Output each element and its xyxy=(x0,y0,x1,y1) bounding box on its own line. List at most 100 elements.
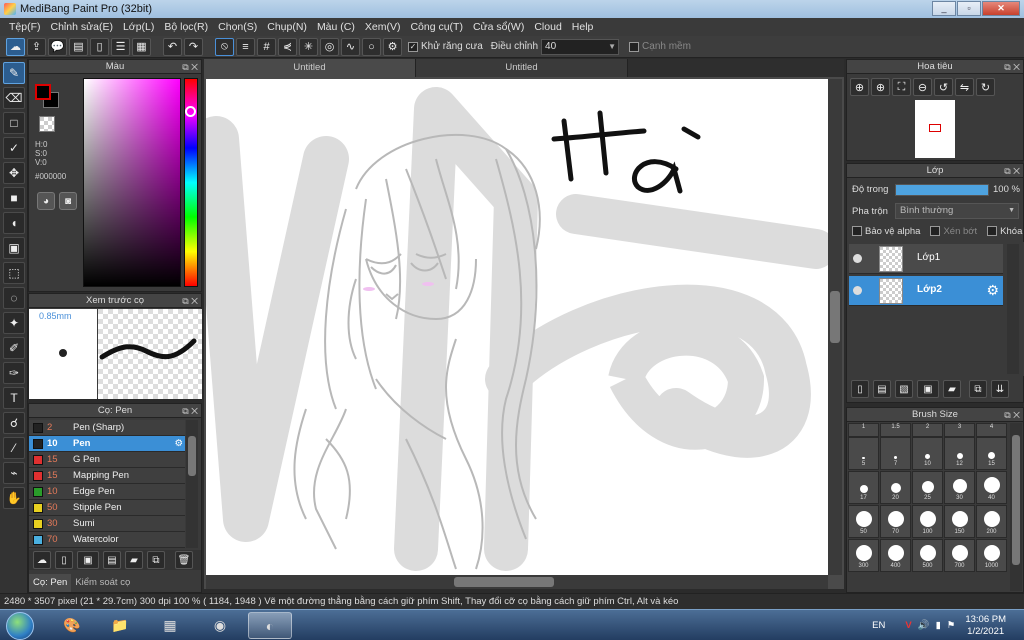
gradient-tool-icon[interactable]: ▣ xyxy=(3,237,25,259)
clock-time[interactable]: 13:06 PM xyxy=(965,614,1006,626)
brush-size-option[interactable]: 1.5 xyxy=(880,423,911,437)
share-icon[interactable]: ⇪ xyxy=(27,37,46,56)
transparent-color-swatch[interactable] xyxy=(39,116,55,132)
correction-select[interactable]: 40 ▼ xyxy=(541,38,620,55)
soft-edge-checkbox[interactable] xyxy=(629,41,640,52)
opacity-slider[interactable] xyxy=(895,184,989,196)
layer-row[interactable]: Lớp1 xyxy=(849,244,1003,274)
new-halftone-layer-icon[interactable]: ▤ xyxy=(873,380,891,398)
no-snap-icon[interactable]: ⦸ xyxy=(215,37,234,56)
tab-brush[interactable]: Cọ: Pen xyxy=(29,574,72,592)
brush-item[interactable]: 10 Edge Pen xyxy=(29,484,185,500)
brush-tool-icon[interactable]: ✎ xyxy=(3,62,25,84)
page-icon[interactable]: ▯ xyxy=(90,37,109,56)
medibang-icon[interactable]: ◐ xyxy=(248,612,292,639)
chrome-icon[interactable]: ◉ xyxy=(198,612,242,639)
snap-settings-icon[interactable]: ⚙ xyxy=(383,37,402,56)
brush-size-option[interactable]: 2 xyxy=(912,423,943,437)
flip-icon[interactable]: ⇋ xyxy=(955,78,974,96)
add-brush-icon[interactable]: ▣ xyxy=(77,551,99,569)
antialias-checkbox[interactable]: ✓ xyxy=(408,41,418,52)
radial-line-icon[interactable]: ⋞ xyxy=(278,37,297,56)
eyedropper-icon[interactable]: ⌁ xyxy=(3,462,25,484)
panel-close-icon[interactable]: ⧉ ✕ xyxy=(182,404,198,418)
fill-rect-tool-icon[interactable]: ■ xyxy=(3,187,25,209)
brush-size-option[interactable]: 5 xyxy=(848,437,879,470)
bucket-tool-icon[interactable]: ◖ xyxy=(3,212,25,234)
rect-select-icon[interactable]: ⬚ xyxy=(3,262,25,284)
lasso-select-icon[interactable]: ◌ xyxy=(3,287,25,309)
merge-layer-icon[interactable]: ⇊ xyxy=(991,380,1009,398)
text-tool-icon[interactable]: T xyxy=(3,387,25,409)
start-button[interactable] xyxy=(6,612,34,640)
magic-wand-icon[interactable]: ✦ xyxy=(3,312,25,334)
brush-item[interactable]: 50 Stipple Pen xyxy=(29,500,185,516)
curve-snap-icon[interactable]: ∿ xyxy=(341,37,360,56)
clock-date[interactable]: 1/2/2021 xyxy=(967,626,1004,638)
paint-app-icon[interactable]: 🎨 xyxy=(50,612,94,639)
maximize-button[interactable]: ▫ xyxy=(957,1,981,16)
layer-list-scrollbar[interactable] xyxy=(1007,244,1019,374)
brush-size-option[interactable]: 7 xyxy=(880,437,911,470)
close-button[interactable]: ✕ xyxy=(982,1,1020,16)
select-eraser-icon[interactable]: ✑ xyxy=(3,362,25,384)
brush-size-option[interactable]: 70 xyxy=(880,505,911,538)
page-list-icon[interactable]: ☰ xyxy=(111,37,130,56)
parallel-snap-icon[interactable]: ≡ xyxy=(236,37,255,56)
undo-icon[interactable]: ↶ xyxy=(163,37,182,56)
redo-icon[interactable]: ↷ xyxy=(184,37,203,56)
tab-document-1[interactable]: Untitled xyxy=(204,59,416,77)
brush-item[interactable]: 10 Pen ⚙ xyxy=(29,436,185,452)
brush-size-option[interactable]: 12 xyxy=(944,437,975,470)
foreground-color-swatch[interactable] xyxy=(35,84,51,100)
panel-close-icon[interactable]: ⧉ ✕ xyxy=(1004,408,1020,422)
brush-size-option[interactable]: 17 xyxy=(848,471,879,504)
menu-layer[interactable]: Lớp(L) xyxy=(118,21,159,33)
brush-size-option[interactable]: 300 xyxy=(848,539,879,572)
dot-tool-icon[interactable]: □ xyxy=(3,112,25,134)
new-8bit-layer-icon[interactable]: ▧ xyxy=(895,380,913,398)
menu-file[interactable]: Tệp(F) xyxy=(4,21,46,33)
eye-icon[interactable] xyxy=(853,286,862,295)
pen-tool-icon[interactable]: ✓ xyxy=(3,137,25,159)
brush-size-scrollbar[interactable] xyxy=(1010,423,1022,591)
brush-size-option[interactable]: 400 xyxy=(880,539,911,572)
menu-view[interactable]: Xem(V) xyxy=(360,21,406,33)
concentric-icon[interactable]: ◎ xyxy=(320,37,339,56)
antivirus-icon[interactable]: V xyxy=(905,620,911,631)
new-brush-icon[interactable]: ▯ xyxy=(55,551,73,569)
brush-size-option[interactable]: 150 xyxy=(944,505,975,538)
operation-tool-icon[interactable]: ☌ xyxy=(3,412,25,434)
gear-icon[interactable]: ⚙ xyxy=(986,282,999,299)
menu-color[interactable]: Màu (C) xyxy=(312,21,360,33)
drawing-canvas[interactable] xyxy=(206,79,828,575)
lock-checkbox[interactable] xyxy=(987,226,998,237)
select-pen-icon[interactable]: ✐ xyxy=(3,337,25,359)
add-layer-icon[interactable]: ▣ xyxy=(917,380,939,398)
brush-item[interactable]: 15 Mapping Pen xyxy=(29,468,185,484)
download-brush-icon[interactable]: ☁ xyxy=(33,551,51,569)
brush-size-option[interactable]: 40 xyxy=(976,471,1007,504)
duplicate-layer-icon[interactable]: ⧉ xyxy=(969,380,987,398)
brush-size-option[interactable]: 20 xyxy=(880,471,911,504)
layer-row[interactable]: Lớp2 ⚙ xyxy=(849,276,1003,306)
divide-tool-icon[interactable]: ⁄ xyxy=(3,437,25,459)
panel-close-icon[interactable]: ⧉ ✕ xyxy=(182,60,198,74)
layer-folder-icon[interactable]: ▰ xyxy=(943,380,961,398)
explorer-icon[interactable]: 📁 xyxy=(98,612,142,639)
brush-item[interactable]: 15 G Pen xyxy=(29,452,185,468)
menu-window[interactable]: Cửa sổ(W) xyxy=(468,21,529,33)
flag-icon[interactable]: ⚑ xyxy=(947,620,956,631)
brush-size-option[interactable]: 50 xyxy=(848,505,879,538)
brush-size-option[interactable]: 10 xyxy=(912,437,943,470)
brush-item[interactable]: 2 Pen (Sharp) xyxy=(29,420,185,436)
panel-close-icon[interactable]: ⧉ ✕ xyxy=(1004,164,1020,178)
clipping-checkbox[interactable] xyxy=(930,226,941,237)
menu-select[interactable]: Chọn(S) xyxy=(213,21,262,33)
zoom-in-icon[interactable]: ⊕ xyxy=(850,78,869,96)
canvas-horizontal-scrollbar[interactable] xyxy=(206,575,828,589)
layout-icon[interactable]: ▦ xyxy=(132,37,151,56)
brush-size-option[interactable]: 25 xyxy=(912,471,943,504)
comment-icon[interactable]: 💬 xyxy=(48,37,67,56)
menu-snap[interactable]: Chụp(N) xyxy=(262,21,312,33)
